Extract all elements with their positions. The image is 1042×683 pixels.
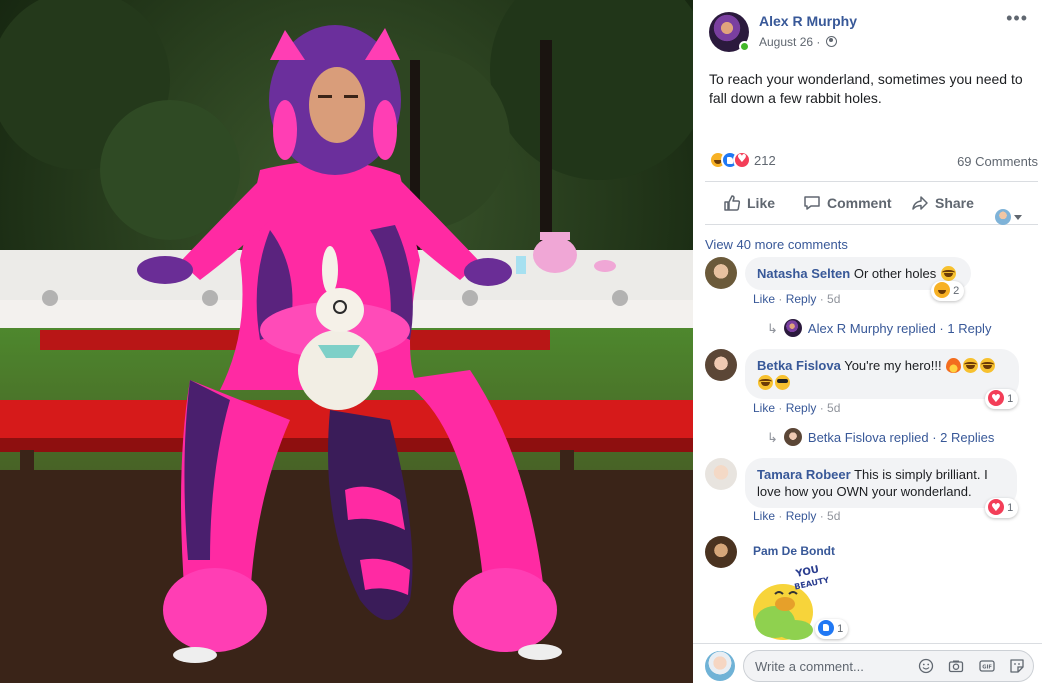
profile-face-icon [995,209,1011,226]
online-indicator [739,41,750,52]
comment-like-link[interactable]: Like [753,401,775,415]
sunglasses-emoji-icon [775,375,790,390]
comment-reaction-count: 1 [837,623,844,635]
haha-reaction-icon [934,282,950,298]
comment-reactions[interactable]: 1 [985,389,1019,409]
composer-icons: GIF [908,658,1025,676]
caret-down-icon [1014,214,1022,220]
comment-reaction-count: 1 [1007,393,1014,405]
more-dots-icon[interactable]: ••• [1006,9,1028,27]
sticker-icon[interactable] [1009,658,1025,674]
laughing-emoji-icon [963,358,979,373]
replier-avatar [783,319,802,337]
comment-bubble: Tamara Robeer This is simply brilliant. … [745,458,1017,508]
thumbs-up-icon [724,195,741,211]
reply-summary-name: Betka Fislova replied [807,430,929,445]
comment-reaction-count: 2 [953,285,960,297]
camera-icon[interactable] [948,658,964,674]
comment-time[interactable]: 5d [827,292,840,306]
comment-reactions[interactable]: 2 [931,281,965,301]
view-more-comments-link[interactable]: View 40 more comments [705,237,848,252]
fire-emoji-icon [946,358,962,373]
comment-bubble: Betka Fislova You're my hero!!! [745,349,1019,399]
comment-reply-link[interactable]: Reply [786,292,817,306]
comment-like-link[interactable]: Like [753,509,775,523]
like-label: Like [747,195,776,211]
commenter-avatar[interactable] [705,458,737,490]
comment-label: Comment [827,195,892,211]
comment-input[interactable]: Write a comment... GIF [743,650,1034,682]
comment-reply-link[interactable]: Reply [786,509,817,523]
like-button[interactable]: Like [723,182,775,224]
post-date-text[interactable]: August 26 · [759,35,820,49]
laughing-emoji-icon [758,375,773,390]
comment-text: Or other holes [853,266,937,281]
share-arrow-icon [912,196,928,210]
share-button[interactable]: Share [911,182,974,224]
comment-meta: Like · Reply · 5d [753,292,841,306]
action-bar: Like Comment Share [705,181,1038,226]
comment-reaction-count: 1 [1007,502,1014,514]
photo-illustration [0,0,693,683]
replier-avatar [783,428,802,446]
reply-arrow-icon: ↳ [767,430,778,445]
comment-reactions[interactable]: 1 [815,619,849,639]
reaction-count[interactable]: 212 [754,153,776,168]
love-reaction-icon [988,389,1004,409]
reply-summary-count: 1 Reply [947,321,992,336]
commenter-avatar[interactable] [705,536,737,568]
comment-like-link[interactable]: Like [753,292,775,306]
reply-summary-count: 2 Replies [940,430,995,445]
post-text: To reach your wonderland, sometimes you … [709,71,1023,106]
post-date: August 26 · [759,35,837,49]
comment-bubble-icon [804,196,820,210]
commenter-avatar[interactable] [705,257,737,289]
comment-reactions[interactable]: 1 [985,498,1019,518]
comment-button[interactable]: Comment [803,182,892,224]
facebook-photo-viewer: Alex R Murphy August 26 · ••• To reach y… [0,0,1042,683]
share-label: Share [935,195,974,211]
comment-meta: Like · Reply · 5d [753,401,841,415]
comment-meta: Like · Reply · 5d [753,509,841,523]
comment-item: Pam De Bondt YOU BEAUTY! 1 [705,536,1035,644]
reply-summary[interactable]: ↳ Betka Fislova replied · 2 Replies [767,428,994,446]
commenter-name[interactable]: Pam De Bondt [753,544,835,558]
svg-text:GIF: GIF [982,665,992,671]
reply-summary-name: Alex R Murphy replied [807,321,936,336]
comment-item: Natasha Selten Or other holes 2 Like · R… [705,257,1035,341]
commenter-name[interactable]: Tamara Robeer [757,467,851,482]
laughing-emoji-icon [980,358,996,373]
post-header: Alex R Murphy August 26 · ••• [709,9,1030,52]
commenter-avatar[interactable] [705,349,737,381]
current-user-avatar [705,651,735,681]
comment-item: Betka Fislova You're my hero!!! 1 Like ·… [705,349,1035,449]
comment-reply-link[interactable]: Reply [786,401,817,415]
comment-text: You're my hero!!! [844,358,942,373]
love-reaction-icon [733,151,751,169]
comment-composer: Write a comment... GIF [693,643,1042,683]
author-name[interactable]: Alex R Murphy [759,13,857,29]
comment-item: Tamara Robeer This is simply brilliant. … [705,458,1035,528]
post-photo[interactable] [0,0,693,683]
reply-arrow-icon: ↳ [767,321,778,336]
comments-count[interactable]: 69 Comments [957,154,1038,169]
like-reaction-icon [818,620,834,636]
comment-time[interactable]: 5d [827,509,840,523]
reaction-as-selector[interactable] [995,195,1022,226]
laughing-emoji-icon [940,266,956,281]
post-panel: Alex R Murphy August 26 · ••• To reach y… [693,0,1042,683]
comment-input-placeholder: Write a comment... [755,659,864,674]
reactions-bar[interactable]: 212 69 Comments [709,150,1038,172]
emoji-icon[interactable] [918,658,934,674]
reply-summary[interactable]: ↳ Alex R Murphy replied · 1 Reply [767,319,991,337]
comment-time[interactable]: 5d [827,401,840,415]
globe-icon [825,36,837,47]
gif-icon[interactable]: GIF [978,658,995,674]
commenter-name[interactable]: Natasha Selten [757,266,850,281]
commenter-name[interactable]: Betka Fislova [757,358,841,373]
love-reaction-icon [988,498,1004,518]
